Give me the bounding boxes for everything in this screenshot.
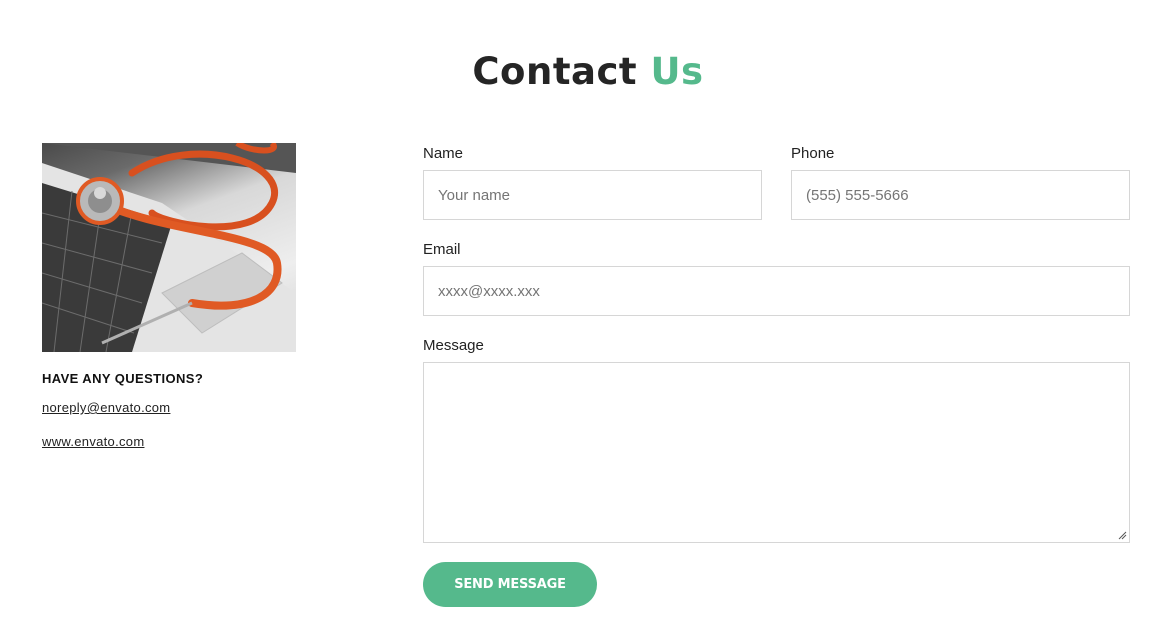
phone-label: Phone — [791, 145, 835, 162]
website-link[interactable]: www.envato.com — [42, 434, 296, 449]
contact-page: Contact Us HAVE ANY QUESTIONS? noreply@e… — [0, 0, 1176, 627]
email-label: Email — [423, 241, 461, 258]
message-textarea[interactable] — [423, 362, 1130, 543]
send-message-button[interactable]: SEND MESSAGE — [423, 562, 597, 607]
questions-heading: HAVE ANY QUESTIONS? — [42, 371, 204, 386]
contact-info-panel: HAVE ANY QUESTIONS? noreply@envato.com w… — [42, 143, 296, 449]
page-title: Contact Us — [0, 50, 1176, 93]
title-accent: Us — [650, 50, 704, 93]
email-link[interactable]: noreply@envato.com — [42, 400, 296, 415]
phone-input[interactable] — [791, 170, 1130, 220]
email-input[interactable] — [423, 266, 1130, 316]
stethoscope-laptop-image — [42, 143, 296, 352]
resize-handle-icon[interactable] — [1117, 530, 1127, 540]
title-main: Contact — [472, 50, 638, 93]
message-label: Message — [423, 337, 484, 354]
stethoscope-laptop-icon — [42, 143, 296, 352]
name-label: Name — [423, 145, 464, 162]
name-input[interactable] — [423, 170, 762, 220]
contact-form: Name Phone Email Message SEND MESSAGE — [423, 145, 1130, 607]
